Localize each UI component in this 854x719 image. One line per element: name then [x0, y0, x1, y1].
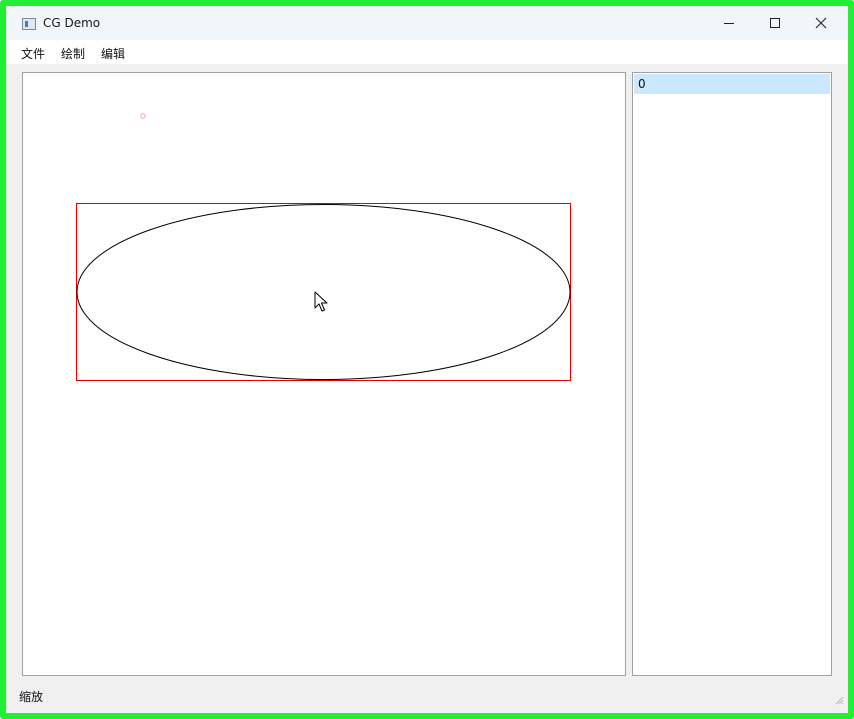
close-icon	[815, 17, 827, 29]
minimize-icon	[724, 23, 734, 24]
title-bar[interactable]: CG Demo	[6, 6, 848, 40]
minimize-button[interactable]	[706, 6, 752, 40]
canvas-drawing	[76, 113, 571, 381]
application-window: CG Demo 文件 绘制 编辑 0 缩放	[0, 0, 854, 719]
close-button[interactable]	[798, 6, 844, 40]
item-list[interactable]: 0	[632, 72, 832, 676]
menu-draw[interactable]: 绘制	[61, 45, 85, 62]
app-window-icon	[22, 18, 36, 30]
menu-edit[interactable]: 编辑	[101, 45, 125, 62]
ellipse-shape[interactable]	[76, 204, 571, 380]
menu-bar: 文件 绘制 编辑	[6, 40, 848, 64]
size-grip-icon[interactable]	[834, 695, 844, 705]
maximize-icon	[770, 18, 780, 28]
list-item[interactable]: 0	[634, 74, 830, 94]
maximize-button[interactable]	[752, 6, 798, 40]
app-icon-accent	[25, 21, 28, 27]
point-marker	[140, 113, 146, 119]
list-item-label: 0	[638, 77, 646, 91]
menu-file[interactable]: 文件	[21, 45, 45, 62]
window-title: CG Demo	[43, 16, 101, 30]
mouse-pointer-icon	[314, 291, 328, 312]
status-text: 缩放	[19, 690, 44, 704]
status-bar: 缩放	[6, 684, 848, 707]
drawing-canvas[interactable]	[22, 72, 626, 676]
